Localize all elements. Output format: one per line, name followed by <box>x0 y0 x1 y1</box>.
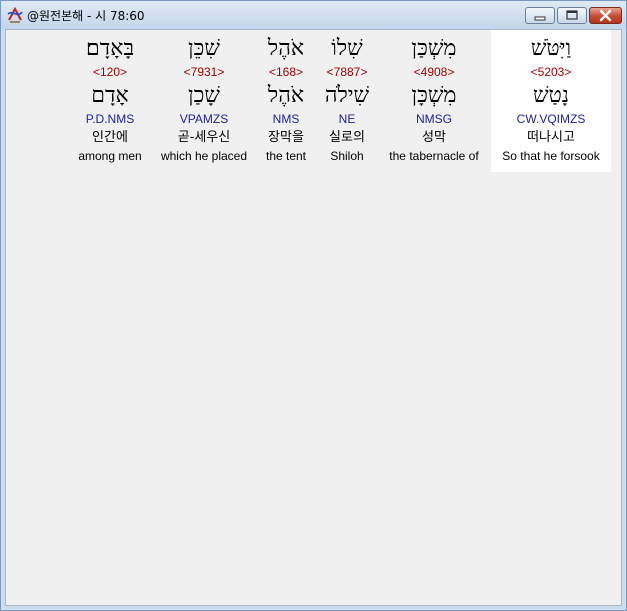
hebrew-word: וַיִּטֹּשׁ <box>530 36 572 61</box>
english-gloss: the tent <box>265 149 307 163</box>
korean-gloss: 실로의 <box>329 130 365 145</box>
korean-gloss: 곧-세우신 <box>177 130 231 145</box>
korean-gloss: 인간에 <box>92 130 128 145</box>
title-bar[interactable]: @원전본해 - 시 78:60 <box>1 1 626 29</box>
interlinear-view[interactable]: וַיִּטֹּשׁ <5203> נָטַשׁ CW.VQIMZS 떠나시고 … <box>5 29 622 606</box>
window-title: @원전본해 - 시 78:60 <box>27 9 145 23</box>
minimize-button[interactable] <box>525 7 555 24</box>
hebrew-lemma: אֹהֶל <box>267 83 305 108</box>
maximize-button[interactable] <box>557 7 587 24</box>
strong-number[interactable]: <5203> <box>491 65 611 79</box>
hebrew-lemma: שָׁכַן <box>188 83 220 108</box>
english-gloss: the tabernacle of <box>389 149 479 163</box>
korean-gloss: 장막을 <box>268 130 304 145</box>
morphology-code: NMSG <box>416 112 452 126</box>
korean-gloss: 떠나시고 <box>527 130 575 145</box>
morphology-code: CW.VQIMZS <box>516 112 586 126</box>
strong-number[interactable]: <4908> <box>383 65 485 79</box>
morphology-code: P.D.NMS <box>85 112 135 126</box>
close-icon <box>599 9 612 22</box>
english-gloss: So that he forsook <box>502 149 600 163</box>
hebrew-lemma: מִשְׁכָּן <box>411 83 457 108</box>
english-gloss: among men <box>78 149 142 163</box>
hebrew-word: שִׁכֵּן <box>188 36 220 61</box>
app-logo-icon <box>7 6 23 23</box>
hebrew-lemma: אָדָם <box>91 83 129 108</box>
close-button[interactable] <box>589 7 622 24</box>
morphology-code: NMS <box>272 112 300 126</box>
hebrew-word: בָּאָדָם׃ <box>85 36 135 61</box>
english-gloss: which he placed <box>160 149 248 163</box>
hebrew-lemma: נָטַשׁ <box>532 83 570 108</box>
korean-gloss: 성막 <box>422 130 446 145</box>
english-gloss: Shiloh <box>330 149 364 163</box>
strong-number[interactable]: <7931> <box>154 65 254 79</box>
morphology-code: NE <box>338 112 356 126</box>
app-window: @원전본해 - 시 78:60 וַיִּטֹּשׁ <5203> נָטַשׁ… <box>0 0 627 611</box>
strong-number[interactable]: <168> <box>256 65 316 79</box>
maximize-icon <box>566 10 578 20</box>
hebrew-lemma: שִׁילֹה <box>324 83 370 108</box>
hebrew-word: מִשְׁכַּן <box>411 36 457 61</box>
morphology-code: VPAMZS <box>179 112 229 126</box>
minimize-icon <box>534 16 546 21</box>
hebrew-word: אֹהֶל <box>267 36 305 61</box>
strong-number[interactable]: <120> <box>70 65 150 79</box>
strong-number[interactable]: <7887> <box>314 65 380 79</box>
hebrew-word: שִׁלוֹ <box>331 36 363 61</box>
